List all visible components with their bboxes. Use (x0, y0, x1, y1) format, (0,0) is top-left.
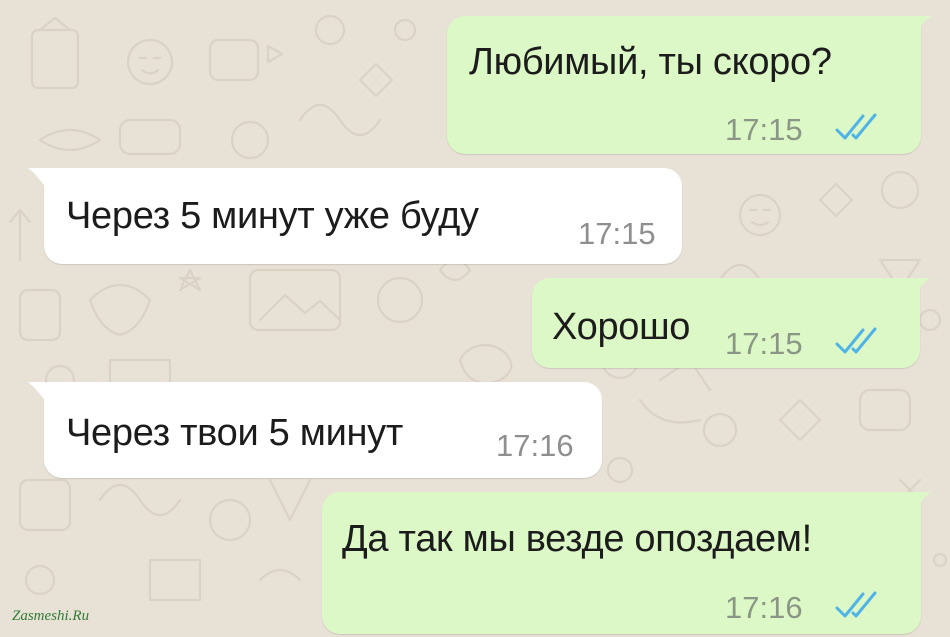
message-bubble-outgoing[interactable]: Любимый, ты скоро? 17:15 (447, 16, 931, 154)
message-time: 17:16 (725, 590, 803, 625)
message-time: 17:15 (725, 326, 803, 361)
message-bubble-outgoing[interactable]: Да так мы везде опоздаем! 17:16 (322, 492, 931, 634)
message-bubble-incoming[interactable]: Через твои 5 минут 17:16 (28, 382, 602, 478)
message-time: 17:16 (496, 428, 574, 463)
bubble-tail (913, 16, 931, 36)
message-text: Да так мы везде опоздаем! (342, 518, 812, 560)
double-check-icon (835, 591, 877, 618)
message-text: Через 5 минут уже буду (66, 195, 479, 237)
message-bubble-incoming[interactable]: Через 5 минут уже буду 17:15 (28, 168, 682, 264)
bubble-tail (912, 278, 930, 298)
bubble-tail (28, 168, 46, 188)
double-check-icon (835, 113, 877, 140)
message-text: Любимый, ты скоро? (469, 41, 832, 83)
site-watermark: Zasmeshi.Ru (12, 608, 90, 624)
bubble-tail (28, 382, 46, 402)
message-text: Через твои 5 минут (66, 412, 403, 454)
bubble-tail (913, 492, 931, 512)
message-time: 17:15 (578, 216, 656, 251)
message-bubble-outgoing[interactable]: Хорошо 17:15 (532, 278, 930, 368)
message-text: Хорошо (552, 306, 691, 348)
double-check-icon (835, 327, 877, 354)
message-time: 17:15 (725, 112, 803, 147)
